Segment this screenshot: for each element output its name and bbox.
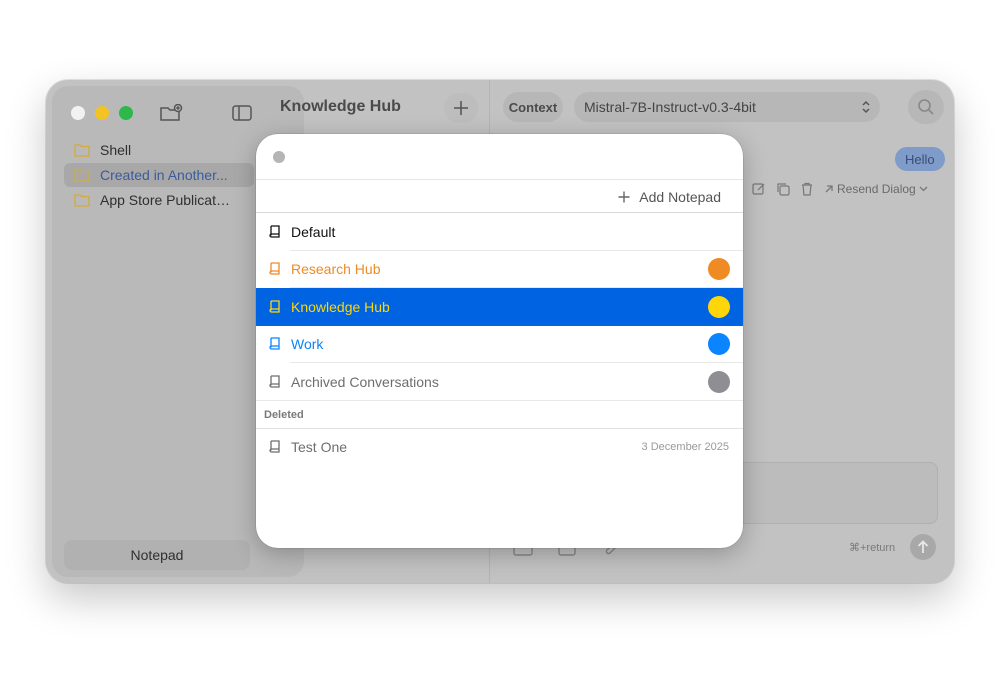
color-dot [708, 370, 730, 393]
notepad-row-research-hub[interactable]: Research Hub [256, 251, 743, 288]
add-icon[interactable] [444, 93, 478, 123]
plus-icon [618, 191, 630, 203]
notepad-button[interactable]: Notepad [64, 540, 250, 570]
folder-icon [74, 194, 90, 207]
deleted-date: 3 December 2025 [641, 441, 729, 454]
notepad-name: Default [291, 223, 336, 240]
context-button[interactable]: Context [503, 92, 563, 122]
window-minimize-button[interactable] [95, 106, 109, 120]
folder-icon [74, 169, 90, 182]
window-close-button[interactable] [71, 106, 85, 120]
deleted-section-header: Deleted [256, 401, 743, 429]
notepad-name: Work [291, 336, 324, 353]
notepad-name: Test One [291, 439, 348, 456]
book-icon [269, 337, 280, 350]
model-select[interactable]: Mistral-7B-Instruct-v0.3-4bit [574, 92, 880, 122]
book-icon [269, 262, 280, 275]
list-title: Knowledge Hub [280, 98, 401, 115]
sidebar-toggle-icon[interactable] [230, 103, 254, 123]
folder-item[interactable]: Shell 1 [64, 138, 296, 162]
search-icon[interactable] [908, 90, 944, 124]
folder-label: Created in Another... [100, 167, 228, 183]
arrow-up-icon [917, 540, 929, 553]
resend-dialog-button[interactable]: Resend Dialog [824, 182, 931, 196]
book-icon [269, 375, 280, 388]
add-notepad-button[interactable]: Add Notepad [618, 188, 721, 206]
notepad-list: Default Research Hub Knowledge Hub Work … [256, 213, 743, 466]
send-button[interactable] [910, 534, 936, 560]
book-icon [269, 225, 280, 238]
chat-message-bubble: Hello [895, 147, 945, 171]
color-dot [708, 295, 730, 318]
folder-list: Shell 1 Created in Another... 2 App Stor… [64, 138, 296, 213]
color-dot [708, 333, 730, 356]
chevron-updown-icon [862, 100, 870, 114]
notepad-name: Archived Conversations [291, 373, 439, 390]
model-select-value: Mistral-7B-Instruct-v0.3-4bit [584, 99, 756, 115]
window-zoom-button[interactable] [119, 106, 133, 120]
divider [256, 179, 743, 180]
deleted-notepad-row[interactable]: Test One 3 December 2025 [256, 429, 743, 467]
notepad-row-knowledge-hub[interactable]: Knowledge Hub [256, 288, 743, 326]
book-icon [269, 300, 280, 313]
notepad-row-work[interactable]: Work [256, 326, 743, 363]
new-folder-icon[interactable] [158, 103, 184, 123]
message-actions: Resend Dialog [752, 181, 931, 197]
popup-close-button[interactable] [273, 151, 285, 163]
folder-label: App Store Publication [100, 192, 232, 208]
send-shortcut-hint: ⌘+return [849, 542, 896, 554]
add-notepad-label: Add Notepad [639, 189, 721, 205]
notepad-row-default[interactable]: Default [256, 213, 743, 251]
resend-label: Resend Dialog [837, 182, 916, 196]
arrow-up-right-icon [825, 185, 833, 193]
trash-icon[interactable] [800, 182, 814, 196]
chevron-down-icon [919, 186, 928, 192]
color-dot [708, 258, 730, 281]
notepad-name: Research Hub [291, 261, 381, 278]
folder-item-selected[interactable]: Created in Another... 2 [64, 163, 296, 187]
notepad-picker-popup: Add Notepad Default Research Hub Knowled… [256, 134, 743, 548]
folder-icon [74, 144, 90, 157]
section-label: Deleted [264, 408, 304, 421]
copy-icon[interactable] [776, 182, 790, 196]
folder-item[interactable]: App Store Publication [64, 188, 254, 212]
edit-icon[interactable] [752, 182, 766, 196]
notepad-row-archived-conversations[interactable]: Archived Conversations [256, 363, 743, 401]
book-icon [269, 440, 280, 453]
notepad-name: Knowledge Hub [291, 298, 390, 315]
folder-label: Shell [100, 142, 132, 158]
